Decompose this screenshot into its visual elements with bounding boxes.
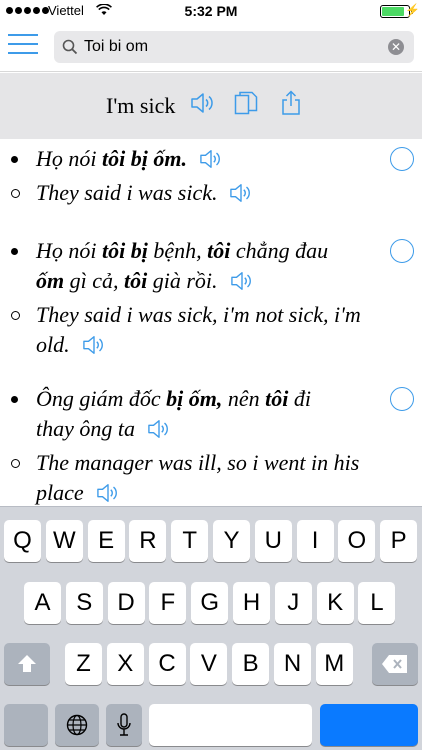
microphone-icon[interactable] bbox=[106, 704, 142, 746]
bullet-icon bbox=[11, 156, 18, 163]
key-t[interactable]: T bbox=[171, 520, 209, 562]
numbers-key[interactable] bbox=[4, 704, 48, 746]
key-s[interactable]: S bbox=[65, 582, 103, 624]
translation-header: I'm sick bbox=[0, 73, 422, 139]
clear-icon[interactable]: ✕ bbox=[388, 39, 404, 55]
key-y[interactable]: Y bbox=[213, 520, 250, 562]
share-icon[interactable] bbox=[281, 90, 301, 116]
speaker-icon[interactable] bbox=[82, 334, 106, 356]
speaker-icon[interactable] bbox=[96, 482, 120, 504]
speaker-icon[interactable] bbox=[199, 148, 223, 170]
bullet-icon bbox=[11, 311, 20, 320]
keyboard: QWERTYUIOP ASDFGHJKL ZXCVBNM bbox=[0, 506, 422, 750]
bullet-icon bbox=[11, 189, 20, 198]
english-text: They said i was sick, i'm not sick, i'm bbox=[36, 302, 361, 327]
status-bar: Viettel 5:32 PM ⚡ bbox=[0, 0, 422, 22]
select-radio[interactable] bbox=[390, 239, 414, 263]
select-radio[interactable] bbox=[390, 387, 414, 411]
speaker-icon[interactable] bbox=[147, 418, 171, 440]
key-j[interactable]: J bbox=[274, 582, 312, 624]
nav-bar: ✕ bbox=[0, 22, 422, 72]
bullet-icon bbox=[11, 396, 18, 403]
space-key[interactable] bbox=[149, 704, 312, 746]
vietnamese-text: ốm gì cả, tôi già rồi. bbox=[36, 268, 218, 293]
english-text: They said i was sick. bbox=[36, 180, 218, 205]
vietnamese-text: Ông giám đốc bị ốm, nên tôi đi bbox=[36, 386, 312, 411]
key-k[interactable]: K bbox=[316, 582, 354, 624]
speaker-icon[interactable] bbox=[190, 91, 216, 115]
key-l[interactable]: L bbox=[358, 582, 396, 624]
key-e[interactable]: E bbox=[87, 520, 125, 562]
key-b[interactable]: B bbox=[232, 643, 270, 685]
copy-icon[interactable] bbox=[234, 91, 258, 117]
key-o[interactable]: O bbox=[338, 520, 376, 562]
bullet-icon bbox=[11, 248, 18, 255]
hamburger-icon[interactable] bbox=[8, 34, 38, 58]
key-f[interactable]: F bbox=[149, 582, 187, 624]
speaker-icon[interactable] bbox=[230, 270, 254, 292]
globe-icon[interactable] bbox=[55, 704, 99, 746]
key-c[interactable]: C bbox=[148, 643, 186, 685]
english-text: old. bbox=[36, 332, 70, 357]
speaker-icon[interactable] bbox=[229, 182, 253, 204]
search-key[interactable] bbox=[320, 704, 418, 746]
key-n[interactable]: N bbox=[274, 643, 311, 685]
charging-icon: ⚡ bbox=[405, 3, 420, 17]
search-bar[interactable]: ✕ bbox=[54, 31, 414, 63]
key-w[interactable]: W bbox=[45, 520, 83, 562]
english-text: place bbox=[36, 480, 84, 505]
backspace-icon[interactable] bbox=[372, 643, 418, 685]
key-z[interactable]: Z bbox=[65, 643, 102, 685]
search-icon bbox=[62, 39, 78, 55]
key-v[interactable]: V bbox=[190, 643, 228, 685]
key-u[interactable]: U bbox=[254, 520, 292, 562]
shift-icon[interactable] bbox=[4, 643, 50, 685]
status-time: 5:32 PM bbox=[184, 3, 238, 19]
bullet-icon bbox=[11, 459, 20, 468]
key-i[interactable]: I bbox=[296, 520, 334, 562]
key-h[interactable]: H bbox=[233, 582, 270, 624]
key-q[interactable]: Q bbox=[4, 520, 41, 562]
vietnamese-text: Họ nói tôi bị bệnh, tôi chẳng đau bbox=[36, 238, 329, 263]
select-radio[interactable] bbox=[390, 147, 414, 171]
search-input[interactable] bbox=[84, 35, 384, 59]
key-r[interactable]: R bbox=[129, 520, 167, 562]
key-x[interactable]: X bbox=[106, 643, 144, 685]
key-m[interactable]: M bbox=[315, 643, 353, 685]
vietnamese-text: thay ông ta bbox=[36, 416, 135, 441]
key-d[interactable]: D bbox=[107, 582, 145, 624]
key-g[interactable]: G bbox=[191, 582, 229, 624]
english-text: The manager was ill, so i went in his bbox=[36, 450, 360, 475]
vietnamese-text: Họ nói tôi bị ốm. bbox=[36, 146, 187, 171]
translated-phrase: I'm sick bbox=[106, 93, 176, 118]
key-a[interactable]: A bbox=[24, 582, 61, 624]
results-list[interactable]: Họ nói tôi bị ốm. They said i was sick. Họ… bbox=[0, 140, 422, 506]
key-p[interactable]: P bbox=[380, 520, 418, 562]
